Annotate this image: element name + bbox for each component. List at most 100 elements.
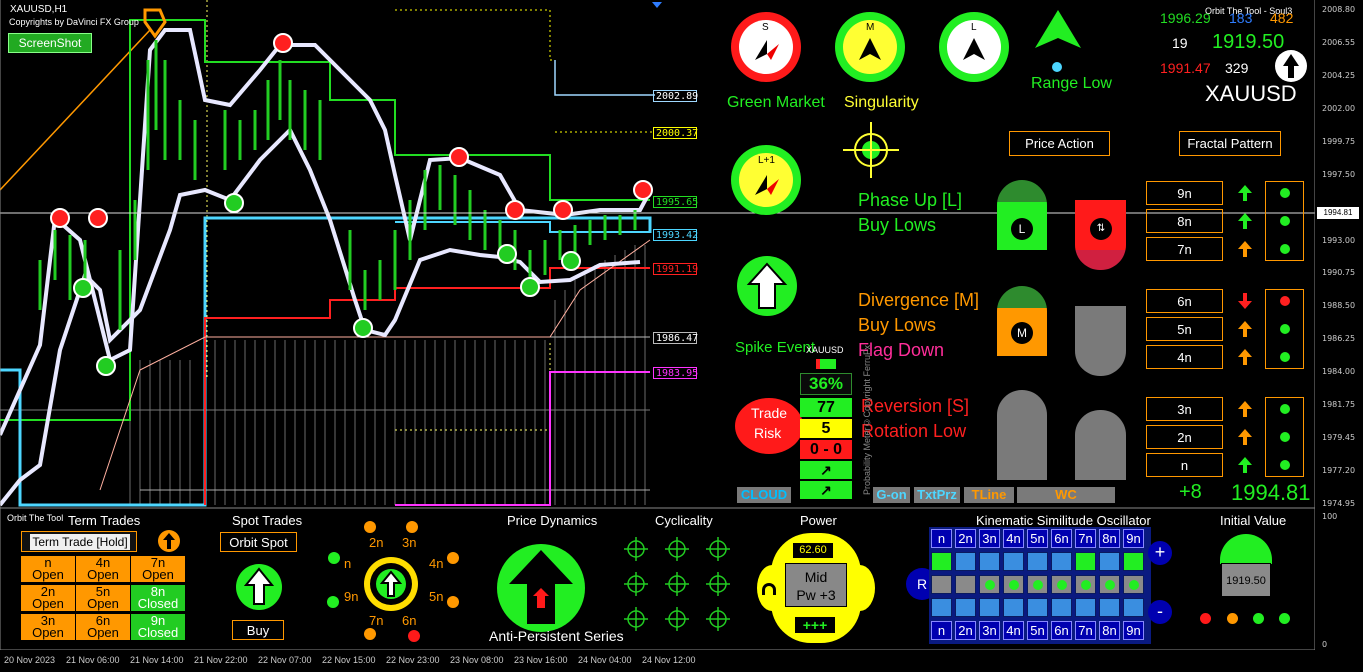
term-tile: 9n Closed xyxy=(131,614,185,640)
orbit-label: 7n xyxy=(369,613,384,628)
cyclicality-title: Cyclicality xyxy=(655,513,713,528)
price-action-button[interactable]: Price Action xyxy=(1009,131,1110,156)
gauge-s-label: S xyxy=(762,22,769,33)
term-tile: 3n Open xyxy=(21,614,75,640)
stat-pts: 329 xyxy=(1225,60,1249,76)
orbit-center xyxy=(364,557,418,611)
gauge-l: L xyxy=(939,12,1009,82)
tline-button[interactable]: TLine xyxy=(964,487,1014,503)
orbit-dot xyxy=(447,552,459,564)
trade-risk-badge: Trade Risk xyxy=(735,398,803,454)
gauge-m: M xyxy=(835,12,905,82)
y-tick: 2004.25 xyxy=(1322,71,1356,80)
stat-price: 1919.50 xyxy=(1212,31,1285,53)
kso-cell xyxy=(1099,552,1120,571)
kso-cell xyxy=(955,575,976,594)
cloud-button[interactable]: CLOUD xyxy=(737,487,791,503)
kso-cell xyxy=(1027,598,1048,617)
range-up-arrow-icon xyxy=(1035,10,1081,48)
txtprz-button[interactable]: TxtPrz xyxy=(914,487,960,503)
kso-minus-button[interactable]: - xyxy=(1148,600,1172,624)
wc-button[interactable]: WC xyxy=(1017,487,1115,503)
orbit-dot xyxy=(328,552,340,564)
up-arrow-icon xyxy=(859,38,881,60)
power-widget: 62.60 Mid Pw +3 +++ xyxy=(757,533,875,643)
y-tick: 1974.95 xyxy=(1322,499,1356,508)
rotation-low-label: Rotation Low xyxy=(861,421,967,441)
term-hold-label[interactable]: Term Trade [Hold] xyxy=(30,534,130,550)
kso-cell xyxy=(1003,575,1024,594)
risk-label: Risk xyxy=(754,425,782,441)
y-tick: 1981.75 xyxy=(1322,400,1356,409)
spot-trades-title: Spot Trades xyxy=(232,513,303,528)
pill-l-label: L xyxy=(1011,218,1033,240)
green-market-label: Green Market xyxy=(727,94,825,111)
kso-cell xyxy=(1027,552,1048,571)
term-tile: 5n Open xyxy=(76,585,130,611)
n-row-6: 6n xyxy=(1146,289,1223,313)
kso-label-cell: 7n xyxy=(1075,621,1096,640)
stat-low: 1991.47 xyxy=(1160,60,1211,76)
crosshair-icon xyxy=(665,572,689,596)
x-tick: 23 Nov 16:00 xyxy=(514,655,568,665)
level-label: 1983.95 xyxy=(653,367,698,379)
term-trade-hold[interactable]: Term Trade [Hold] xyxy=(21,531,137,552)
orbit-label: 3n xyxy=(402,535,417,550)
pill-gray xyxy=(997,390,1047,480)
crosshair-icon xyxy=(624,537,648,561)
orbit-label: 5n xyxy=(429,589,444,604)
g-on-button[interactable]: G-on xyxy=(873,487,910,503)
orbit-dot xyxy=(327,596,339,608)
y-tick: 1993.00 xyxy=(1322,236,1356,245)
initial-dot xyxy=(1279,613,1290,624)
x-tick: 20 Nov 2023 xyxy=(4,655,56,665)
crosshair-icon xyxy=(624,572,648,596)
n-row-4: 4n xyxy=(1146,345,1223,369)
orbit-dot xyxy=(364,521,376,533)
initial-dot xyxy=(1200,613,1211,624)
stat-high: 1996.29 xyxy=(1160,10,1211,26)
kso-cell xyxy=(979,598,1000,617)
y-tick: 1990.75 xyxy=(1322,268,1356,277)
up-arrow-icon xyxy=(1238,429,1252,445)
kso-cell xyxy=(931,575,952,594)
fractal-pattern-button[interactable]: Fractal Pattern xyxy=(1179,131,1281,156)
kso-label-cell: 9n xyxy=(1123,529,1144,548)
buy-button[interactable]: Buy xyxy=(232,620,284,640)
x-tick: 21 Nov 14:00 xyxy=(130,655,184,665)
kso-plus-button[interactable]: + xyxy=(1148,541,1172,565)
n-row-3: 3n xyxy=(1146,397,1223,421)
initial-dot xyxy=(1227,613,1238,624)
meter-v3: 0 - 0 xyxy=(800,440,852,459)
initial-value-number: 1919.50 xyxy=(1221,563,1271,597)
kso-cell xyxy=(1051,552,1072,571)
orbit-label: n xyxy=(344,556,352,571)
pill-gray xyxy=(1075,410,1126,480)
meter-caption: Probability Meter©Copyright FerruFx xyxy=(862,344,872,495)
price-dynamics-title: Price Dynamics xyxy=(507,513,598,528)
y-tick: 1977.20 xyxy=(1322,466,1356,475)
n-row-9: 9n xyxy=(1146,181,1223,205)
kso-cell xyxy=(1003,598,1024,617)
screenshot-button[interactable]: ScreenShot xyxy=(8,33,92,53)
orbit-spot-button[interactable]: Orbit Spot xyxy=(220,532,297,552)
meter-symbol: XAUUSD xyxy=(806,345,844,355)
kso-cell xyxy=(1051,575,1072,594)
divergence-label: Divergence [M] xyxy=(858,290,980,310)
copyright-label: Copyrights by DaVinci FX Group xyxy=(9,17,139,27)
y-tick: 100 xyxy=(1322,512,1338,521)
down-arrow-icon xyxy=(1238,293,1252,309)
pill-gray xyxy=(1075,306,1126,376)
n-row-1: n xyxy=(1146,453,1223,477)
crosshair-icon xyxy=(624,607,648,631)
y-tick: 2006.55 xyxy=(1322,38,1356,47)
x-tick: 22 Nov 07:00 xyxy=(258,655,312,665)
cyclicality-grid xyxy=(624,537,730,631)
orbit-label: 2n xyxy=(369,535,384,550)
y-tick: 1988.50 xyxy=(1322,301,1356,310)
kso-label-cell: 2n xyxy=(955,621,976,640)
dot-group-3 xyxy=(1265,397,1304,477)
pill-l: L xyxy=(997,180,1047,250)
crosshair-icon xyxy=(706,537,730,561)
pill-red: ⇅ xyxy=(1075,200,1126,270)
